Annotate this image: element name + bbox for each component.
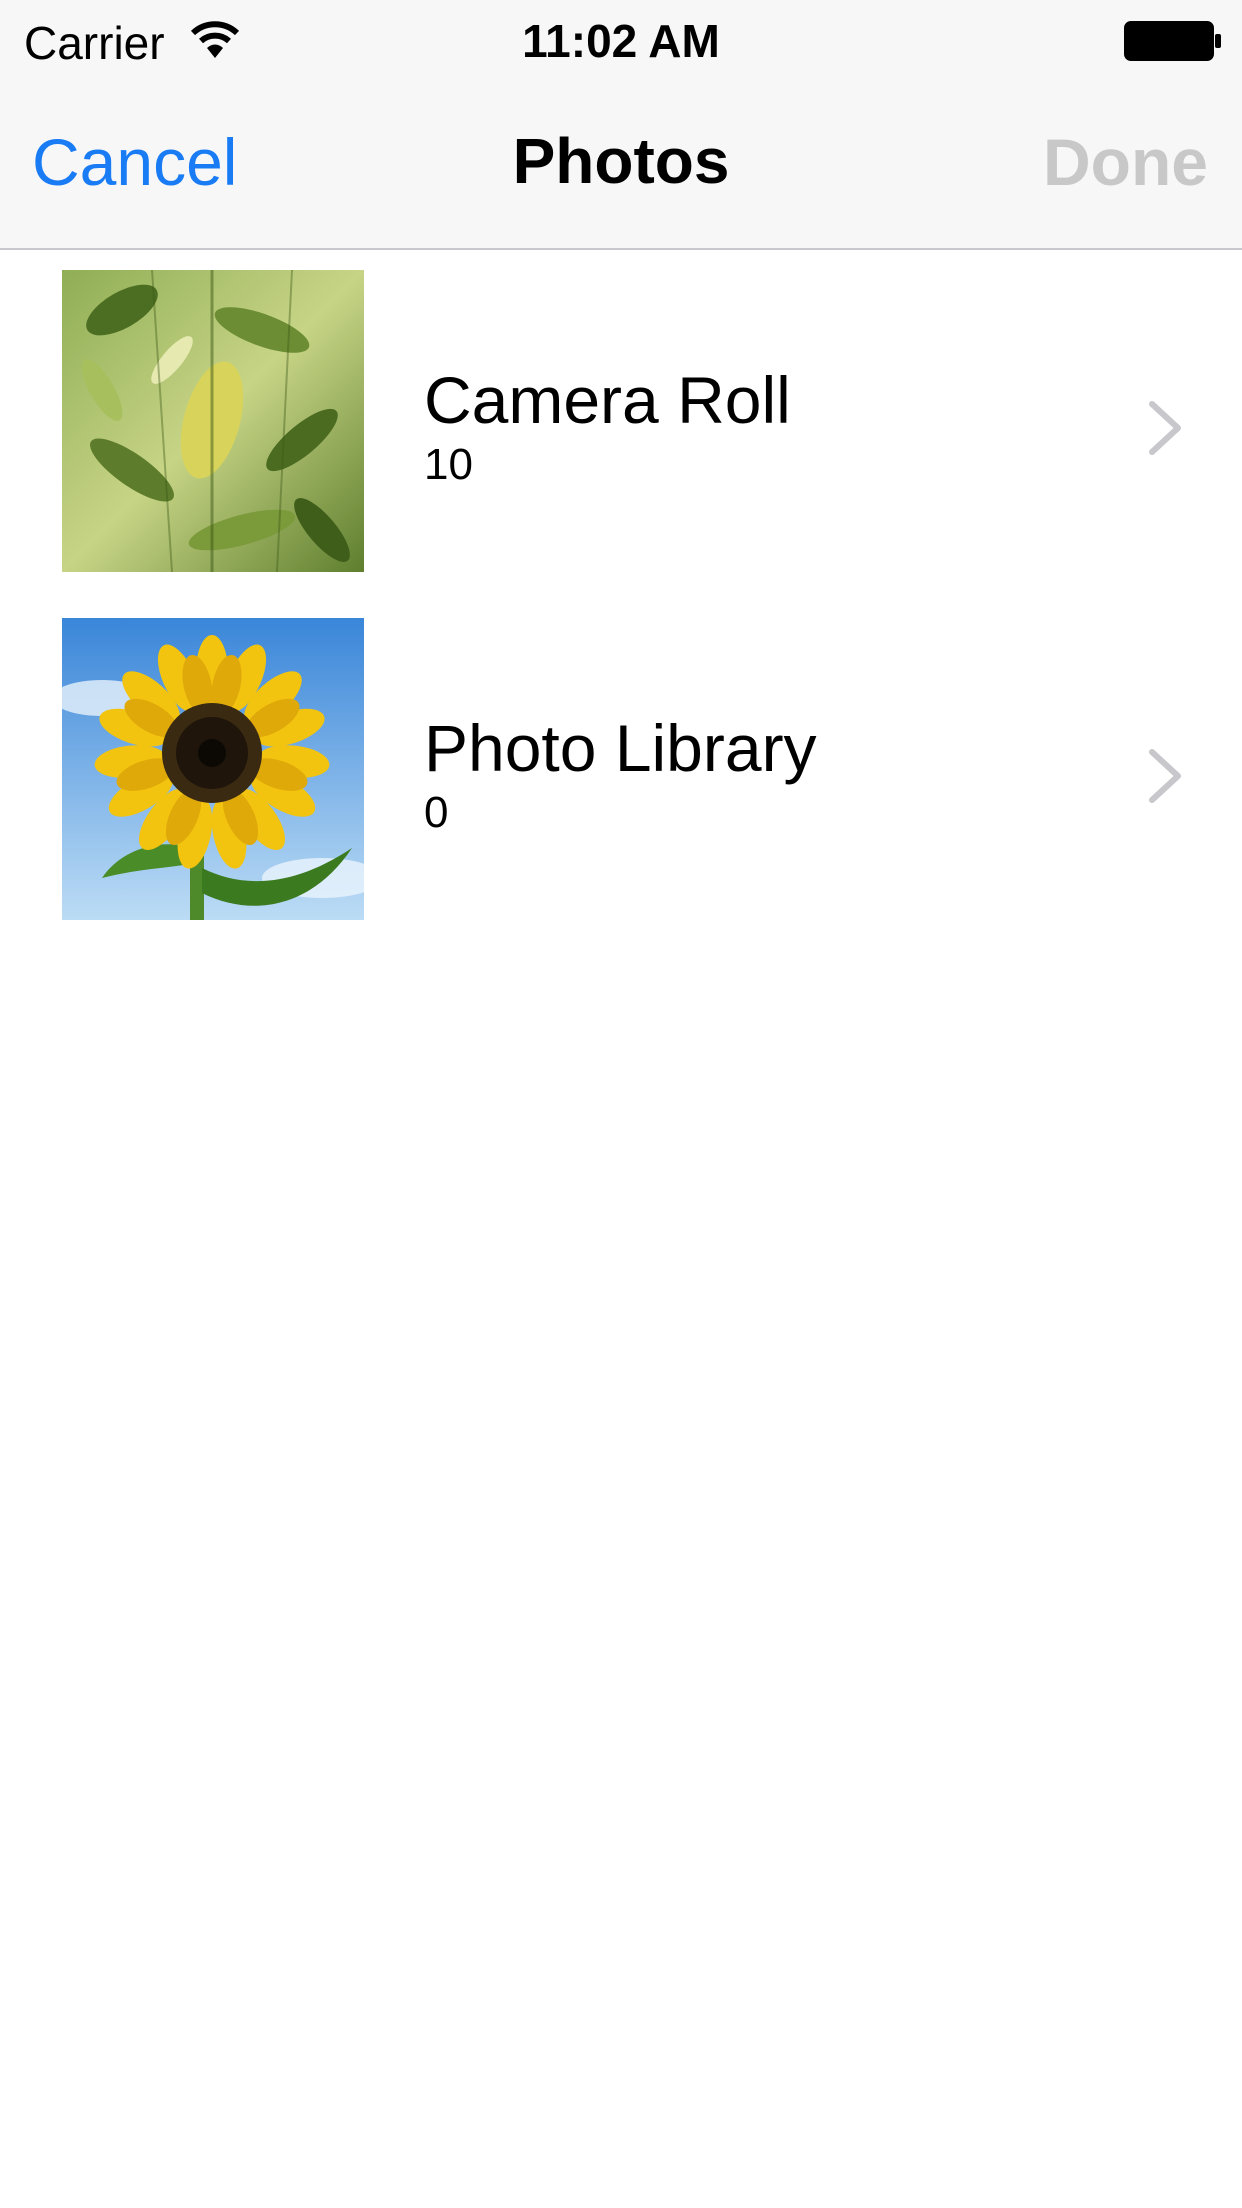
status-time: 11:02 AM [522,15,720,67]
navigation-bar: Cancel Photos Done [0,84,1242,250]
status-bar: Carrier 11:02 AM [0,0,1242,84]
done-button[interactable]: Done [1043,124,1208,200]
camera-roll-thumbnail [62,270,364,572]
album-title: Photo Library [424,711,817,785]
album-row-photo-library[interactable]: Photo Library 0 [0,598,1242,946]
chevron-right-icon [1149,749,1181,803]
album-row-camera-roll[interactable]: Camera Roll 10 [0,250,1242,598]
album-count: 0 [424,788,449,837]
photo-library-thumbnail [62,618,364,920]
album-title: Camera Roll [424,363,791,437]
chevron-right-icon [1149,401,1181,455]
battery-icon [1124,21,1221,61]
album-count: 10 [424,440,473,489]
